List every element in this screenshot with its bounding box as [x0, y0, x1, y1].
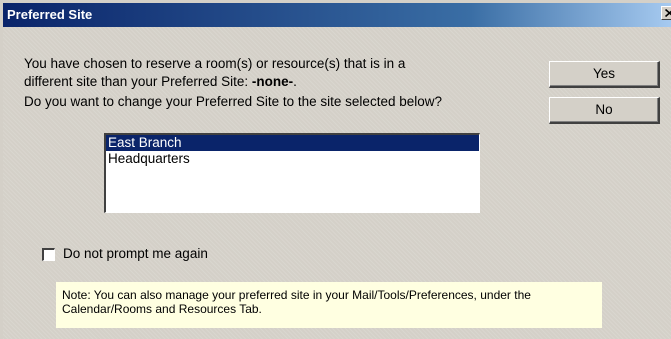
site-list-item-east-branch[interactable]: East Branch	[106, 135, 479, 151]
message-line-1: You have chosen to reserve a room(s) or …	[24, 56, 406, 71]
do-not-prompt-checkbox[interactable]	[42, 248, 55, 261]
no-button[interactable]: No	[549, 97, 660, 124]
message-line-2-suffix: .	[293, 74, 297, 89]
do-not-prompt-label[interactable]: Do not prompt me again	[63, 246, 208, 261]
preferred-site-value: -none-	[251, 74, 294, 89]
note-line-2: Calendar/Rooms and Resources Tab.	[62, 302, 262, 316]
title-bar[interactable]: Preferred Site	[3, 3, 671, 27]
message-line-2-prefix: different site than your Preferred Site:	[24, 74, 252, 89]
preferred-site-dialog: Preferred Site You have chosen to reserv…	[0, 0, 671, 339]
close-button[interactable]	[661, 6, 671, 20]
close-icon	[665, 9, 671, 17]
message-line-2: different site than your Preferred Site:…	[24, 74, 297, 89]
site-list[interactable]: East Branch Headquarters	[104, 133, 480, 213]
message-line-3: Do you want to change your Preferred Sit…	[24, 94, 442, 109]
note-box: Note: You can also manage your preferred…	[56, 282, 602, 328]
dialog-title: Preferred Site	[7, 7, 93, 22]
site-list-item-headquarters[interactable]: Headquarters	[106, 151, 479, 167]
note-line-1: Note: You can also manage your preferred…	[62, 288, 531, 302]
yes-button[interactable]: Yes	[549, 61, 660, 88]
